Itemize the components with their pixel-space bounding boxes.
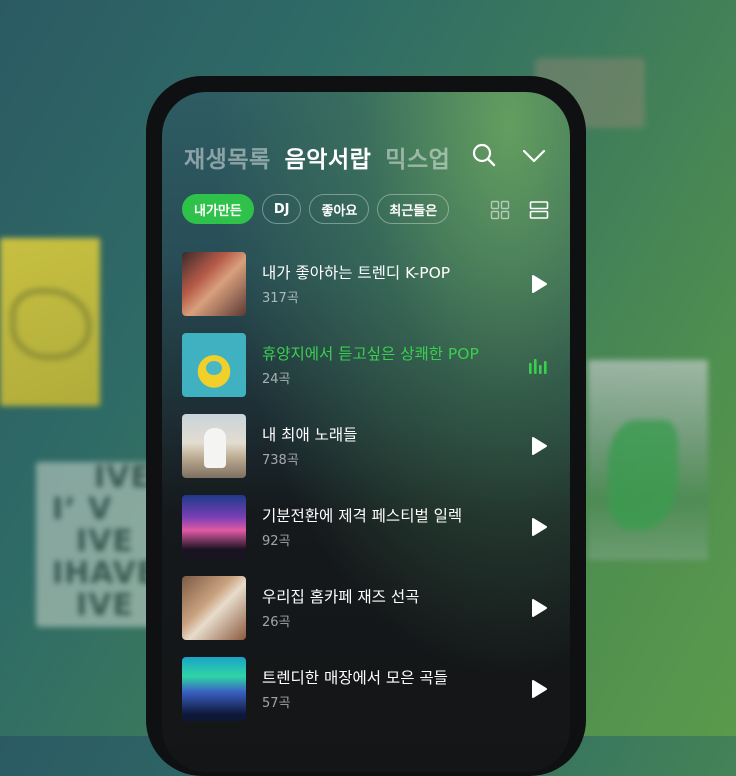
track-count: 57곡 bbox=[262, 695, 291, 711]
background-album-art: IVE I’ V IVE IHAVE IVE bbox=[36, 462, 157, 627]
tab-playlist[interactable]: 재생목록 bbox=[184, 140, 271, 174]
background-album-art bbox=[0, 238, 100, 406]
equalizer-icon[interactable] bbox=[528, 355, 548, 379]
playlist-title: 기분전환에 제격 페스티벌 일렉 bbox=[262, 506, 463, 525]
list-item[interactable]: 내 최애 노래들 738곡 bbox=[182, 414, 552, 478]
tab-mixup[interactable]: 믹스업 bbox=[385, 140, 450, 174]
track-count: 92곡 bbox=[262, 533, 291, 549]
background-album-art bbox=[588, 360, 708, 560]
play-icon[interactable] bbox=[530, 679, 548, 703]
grid-view-icon[interactable] bbox=[490, 200, 510, 224]
play-icon[interactable] bbox=[530, 436, 548, 460]
track-count: 317곡 bbox=[262, 290, 299, 306]
playlist-title: 트렌디한 매장에서 모은 곡들 bbox=[262, 668, 448, 687]
playlist-title: 우리집 홈카페 재즈 선곡 bbox=[262, 587, 420, 606]
phone-screen: 재생목록 음악서랍 믹스업 내가만든 DJ 좋아요 최근들은 내가 좋아하는 트… bbox=[162, 92, 570, 772]
chip-dj[interactable]: DJ bbox=[261, 194, 302, 224]
filter-chips: 내가만든 DJ 좋아요 최근들은 bbox=[182, 194, 450, 224]
playlist-title: 내가 좋아하는 트렌디 K-POP bbox=[262, 263, 451, 282]
track-count: 738곡 bbox=[262, 452, 299, 468]
chevron-down-icon[interactable] bbox=[521, 142, 547, 172]
album-thumbnail bbox=[182, 495, 246, 559]
play-icon[interactable] bbox=[530, 274, 548, 298]
list-item[interactable]: 우리집 홈카페 재즈 선곡 26곡 bbox=[182, 576, 552, 640]
list-item[interactable]: 기분전환에 제격 페스티벌 일렉 92곡 bbox=[182, 495, 552, 559]
playlist-list: 내가 좋아하는 트렌디 K-POP 317곡 휴양지에서 듣고싶은 상쾌한 PO… bbox=[182, 252, 552, 738]
playlist-title: 내 최애 노래들 bbox=[262, 425, 358, 444]
album-thumbnail bbox=[182, 333, 246, 397]
play-icon[interactable] bbox=[530, 517, 548, 541]
album-thumbnail bbox=[182, 414, 246, 478]
album-thumbnail bbox=[182, 576, 246, 640]
chip-recent[interactable]: 최근들은 bbox=[377, 194, 450, 224]
album-thumbnail bbox=[182, 252, 246, 316]
chip-liked[interactable]: 좋아요 bbox=[309, 194, 370, 224]
chip-my-made[interactable]: 내가만든 bbox=[182, 194, 254, 224]
list-item[interactable]: 휴양지에서 듣고싶은 상쾌한 POP 24곡 bbox=[182, 333, 552, 397]
track-count: 26곡 bbox=[262, 614, 291, 630]
list-item[interactable]: 트렌디한 매장에서 모은 곡들 57곡 bbox=[182, 657, 552, 721]
tab-music-drawer[interactable]: 음악서랍 bbox=[285, 140, 372, 174]
list-item[interactable]: 내가 좋아하는 트렌디 K-POP 317곡 bbox=[182, 252, 552, 316]
top-tabs: 재생목록 음악서랍 믹스업 bbox=[184, 140, 450, 174]
play-icon[interactable] bbox=[530, 598, 548, 622]
playlist-title: 휴양지에서 듣고싶은 상쾌한 POP bbox=[262, 344, 479, 363]
album-thumbnail bbox=[182, 657, 246, 721]
list-view-icon[interactable] bbox=[529, 200, 549, 224]
track-count: 24곡 bbox=[262, 371, 291, 387]
search-icon[interactable] bbox=[471, 142, 497, 172]
